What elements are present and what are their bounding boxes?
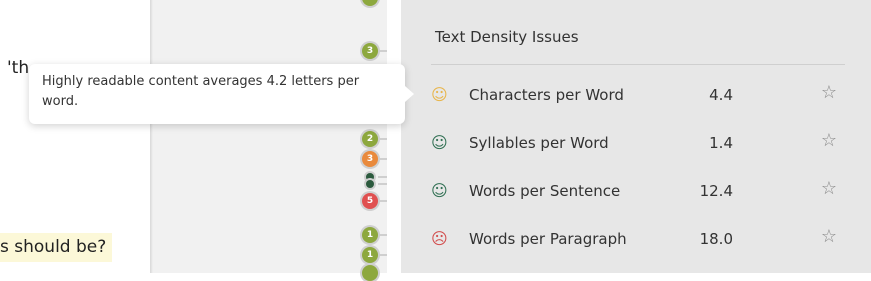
happy-face-icon: ☺: [431, 181, 448, 200]
star-icon[interactable]: ☆: [821, 178, 837, 200]
issue-marker[interactable]: 3: [362, 43, 378, 59]
issue-marker[interactable]: 2: [362, 131, 378, 147]
metric-value: 18.0: [699, 230, 733, 248]
issue-gutter: 3 2 3 5 1 1: [153, 0, 400, 281]
warning-face-icon: ☺: [431, 85, 448, 104]
metric-value: 4.4: [709, 86, 733, 104]
metric-label: Words per Sentence: [469, 182, 621, 200]
divider: [431, 64, 845, 65]
tooltip-arrow: [405, 86, 414, 102]
metric-tooltip: Highly readable content averages 4.2 let…: [29, 64, 405, 124]
panel-title: Text Density Issues: [435, 28, 579, 46]
metric-value: 12.4: [699, 182, 733, 200]
issue-marker[interactable]: [362, 265, 378, 281]
issue-marker[interactable]: 1: [362, 227, 378, 243]
star-icon[interactable]: ☆: [821, 130, 837, 152]
metric-row-words-per-paragraph[interactable]: ☹ Words per Paragraph 18.0 ☆: [431, 224, 845, 256]
text-density-panel: Text Density Issues ☺ Characters per Wor…: [401, 0, 871, 273]
highlighted-sentence[interactable]: s should be?: [0, 233, 113, 262]
metric-row-words-per-sentence[interactable]: ☺ Words per Sentence 12.4 ☆: [431, 176, 845, 208]
document-text-fragment: 'th: [7, 58, 30, 78]
panel-divider: [387, 0, 401, 273]
sad-face-icon: ☹: [431, 229, 448, 248]
happy-face-icon: ☺: [431, 133, 448, 152]
metric-value: 1.4: [709, 134, 733, 152]
issue-marker[interactable]: 5: [362, 193, 378, 209]
metric-label: Characters per Word: [469, 86, 624, 104]
issue-marker[interactable]: [362, 0, 378, 6]
issue-marker[interactable]: 1: [362, 247, 378, 263]
issue-marker[interactable]: 3: [362, 151, 378, 167]
document-editor[interactable]: 'th s should be?: [0, 0, 150, 273]
issue-marker[interactable]: [366, 180, 374, 188]
metric-label: Words per Paragraph: [469, 230, 627, 248]
metric-row-syllables-per-word[interactable]: ☺ Syllables per Word 1.4 ☆: [431, 128, 845, 160]
star-icon[interactable]: ☆: [821, 226, 837, 248]
metric-label: Syllables per Word: [469, 134, 609, 152]
star-icon[interactable]: ☆: [821, 82, 837, 104]
metric-row-characters-per-word[interactable]: ☺ Characters per Word 4.4 ☆: [431, 80, 845, 112]
